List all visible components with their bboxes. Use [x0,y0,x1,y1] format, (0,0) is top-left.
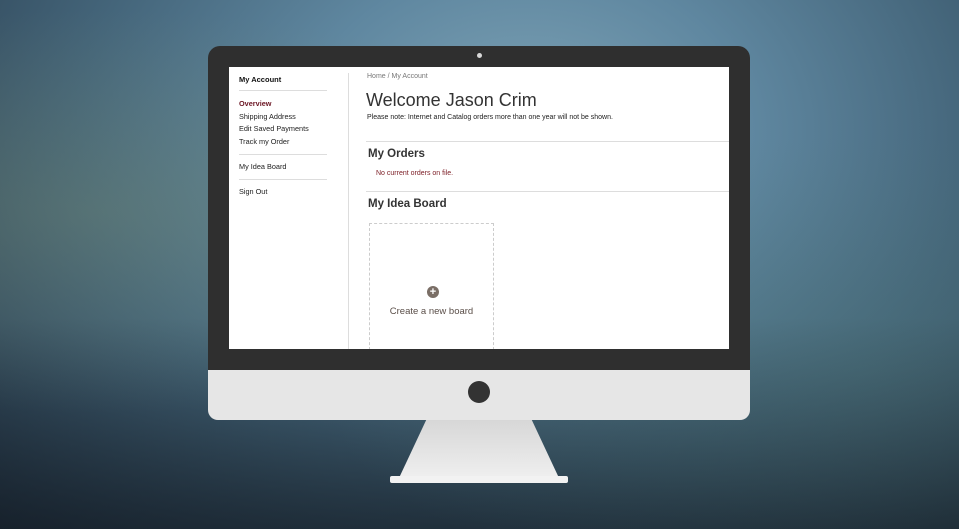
section-divider [366,191,729,192]
apple-logo-icon [468,381,490,403]
orders-empty-text: No current orders on file. [376,170,454,177]
plus-circle-icon[interactable]: + [427,286,439,298]
sidebar-item-idea-board[interactable]: My Idea Board [239,162,286,171]
sidebar-item-edit-saved-payments[interactable]: Edit Saved Payments [239,124,309,133]
create-board-card[interactable]: + Create a new board [369,223,494,349]
camera-icon [477,53,482,58]
sidebar-heading: My Account [239,75,282,84]
sidebar-divider [239,179,327,180]
sidebar-divider [239,90,327,91]
monitor-foot [390,476,568,483]
create-board-label[interactable]: Create a new board [370,306,493,317]
main-content: Home / My Account Welcome Jason Crim Ple… [366,67,729,349]
breadcrumb[interactable]: Home / My Account [367,73,428,80]
screen: My Account Overview Shipping Address Edi… [229,67,729,349]
content-divider [348,73,349,349]
orders-title: My Orders [368,148,425,160]
sidebar-item-sign-out[interactable]: Sign Out [239,187,267,196]
section-divider [366,141,729,142]
monitor-stand [399,420,559,478]
account-sidebar: My Account Overview Shipping Address Edi… [239,67,327,349]
idea-board-title: My Idea Board [368,198,447,210]
page-title: Welcome Jason Crim [366,90,537,110]
orders-note: Please note: Internet and Catalog orders… [367,114,613,121]
sidebar-item-shipping-address[interactable]: Shipping Address [239,112,296,121]
sidebar-item-overview[interactable]: Overview [239,99,271,108]
sidebar-divider [239,154,327,155]
sidebar-item-track-order[interactable]: Track my Order [239,137,289,146]
